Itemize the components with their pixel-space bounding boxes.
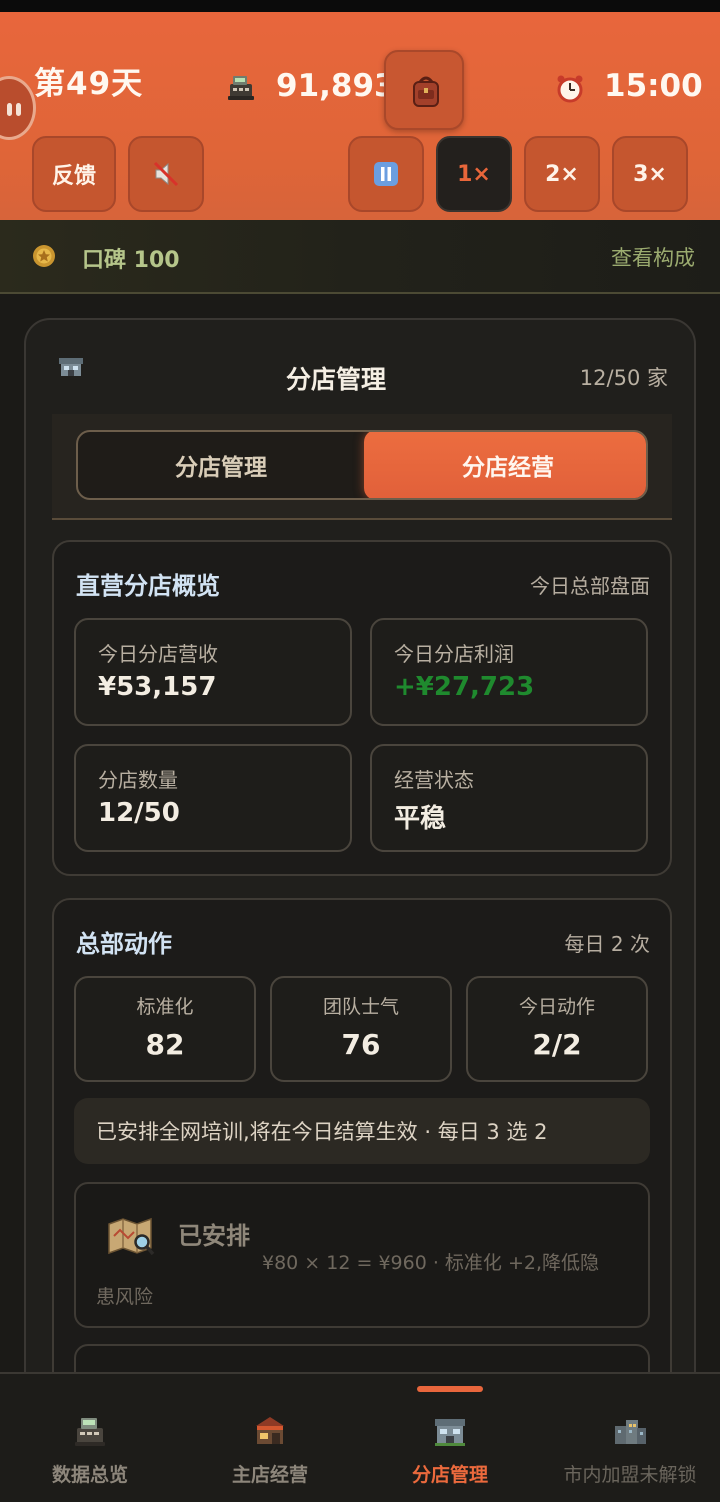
tab-branch-management[interactable]: 分店管理 — [78, 432, 364, 498]
day-counter: 第49天 — [34, 66, 144, 102]
stat-label: 今日分店营收 — [98, 642, 218, 666]
stat-value: 12/50 — [98, 798, 180, 828]
branch-overview-card: 直营分店概览 今日总部盘面 今日分店营收 ¥53,157 今日分店利润 +¥27… — [52, 540, 672, 876]
feedback-button[interactable]: 反馈 — [32, 136, 116, 212]
reputation-bar: 口碑 100 查看构成 — [0, 220, 720, 294]
stat-label: 分店数量 — [98, 768, 178, 792]
game-clock: 15:00 — [604, 68, 703, 104]
nav-label: 主店经营 — [231, 1464, 308, 1486]
app-screen: 第49天 91,893 15:00 反馈 1× 2× 3× 口碑 100 查看构… — [0, 0, 720, 1502]
branch-building-icon — [435, 1419, 465, 1446]
action-description-cont: 患风险 — [96, 1286, 154, 1308]
hq-subtitle: 每日 2 次 — [564, 932, 650, 956]
nav-label: 分店管理 — [411, 1464, 488, 1486]
money-amount: 91,893 — [276, 68, 396, 104]
stat-status: 经营状态 平稳 — [370, 744, 648, 852]
stat-revenue: 今日分店营收 ¥53,157 — [74, 618, 352, 726]
stat-value: +¥27,723 — [394, 672, 535, 702]
map-magnifier-icon — [108, 1217, 155, 1256]
overview-subtitle: 今日总部盘面 — [530, 574, 650, 598]
action-description: ¥80 × 12 = ¥960 · 标准化 +2,降低隐 — [262, 1252, 599, 1274]
mute-button[interactable] — [128, 136, 204, 212]
speed-1x-button[interactable]: 1× — [436, 136, 512, 212]
alarm-clock-icon — [557, 75, 583, 103]
storefront-icon — [256, 1417, 284, 1444]
city-buildings-icon — [615, 1420, 646, 1444]
stat-label: 今日分店利润 — [394, 642, 514, 666]
stat-profit: 今日分店利润 +¥27,723 — [370, 618, 648, 726]
pause-button[interactable] — [348, 136, 424, 212]
tab-bar: 分店管理 分店经营 — [52, 414, 672, 520]
hq-title: 总部动作 — [76, 930, 172, 958]
cash-register-icon — [228, 76, 254, 100]
tab-branch-operations[interactable]: 分店经营 — [364, 432, 646, 498]
action-status: 已安排 — [178, 1222, 250, 1250]
metric-label: 今日动作 — [518, 996, 595, 1018]
shop-bag-button[interactable] — [384, 50, 464, 130]
metric-value: 82 — [145, 1028, 185, 1061]
status-bar — [0, 0, 720, 12]
top-bar: 第49天 91,893 15:00 反馈 1× 2× 3× — [0, 12, 720, 220]
stat-value: ¥53,157 — [98, 672, 217, 702]
metric-value: 2/2 — [532, 1028, 582, 1061]
pause-icon — [374, 162, 398, 186]
reputation-medal-icon — [33, 245, 55, 267]
speed-2x-button[interactable]: 2× — [524, 136, 600, 212]
stat-value: 平稳 — [394, 804, 447, 834]
stat-label: 经营状态 — [394, 768, 474, 792]
backpack-icon — [413, 76, 439, 107]
speed-3x-button[interactable]: 3× — [612, 136, 688, 212]
reputation-score: 口碑 100 — [82, 248, 180, 273]
metric-value: 76 — [341, 1028, 381, 1061]
branch-count: 12/50 家 — [579, 366, 668, 390]
hq-actions-card: 总部动作 每日 2 次 标准化 82 团队士气 76 今日动作 2/2 已安排全… — [52, 898, 672, 1424]
view-breakdown-link[interactable]: 查看构成 — [611, 242, 695, 272]
nav-label: 市内加盟未解锁 — [563, 1464, 697, 1486]
metric-label: 团队士气 — [322, 996, 399, 1018]
action-notice: 已安排全网培训,将在今日结算生效 · 每日 3 选 2 — [74, 1098, 650, 1164]
metric-morale: 团队士气 76 — [270, 976, 452, 1082]
overview-title: 直营分店概览 — [76, 572, 220, 600]
panel-title: 分店管理 — [285, 365, 386, 394]
nav-item-main-store[interactable]: 主店经营 — [180, 1374, 360, 1502]
cash-register-icon — [75, 1418, 105, 1446]
branch-panel: 分店管理 12/50 家 分店管理 分店经营 直营分店概览 今日总部盘面 今日分… — [24, 318, 696, 1424]
metric-actions-today: 今日动作 2/2 — [466, 976, 648, 1082]
nav-item-branches[interactable]: 分店管理 — [360, 1374, 540, 1502]
training-action-card[interactable]: 已安排 ¥80 × 12 = ¥960 · 标准化 +2,降低隐 患风险 — [74, 1182, 650, 1328]
mascot-avatar[interactable] — [0, 76, 36, 140]
nav-label: 数据总览 — [51, 1464, 128, 1486]
stat-branch-count: 分店数量 12/50 — [74, 744, 352, 852]
metric-standardization: 标准化 82 — [74, 976, 256, 1082]
nav-item-franchise-locked[interactable]: 市内加盟未解锁 — [540, 1374, 720, 1502]
metric-label: 标准化 — [136, 996, 194, 1018]
nav-item-overview[interactable]: 数据总览 — [0, 1374, 180, 1502]
speaker-muted-icon — [153, 161, 179, 187]
segmented-control: 分店管理 分店经营 — [76, 430, 648, 500]
bottom-nav: 数据总览 主店经营 分店管理 市内加盟未解锁 — [0, 1372, 720, 1502]
